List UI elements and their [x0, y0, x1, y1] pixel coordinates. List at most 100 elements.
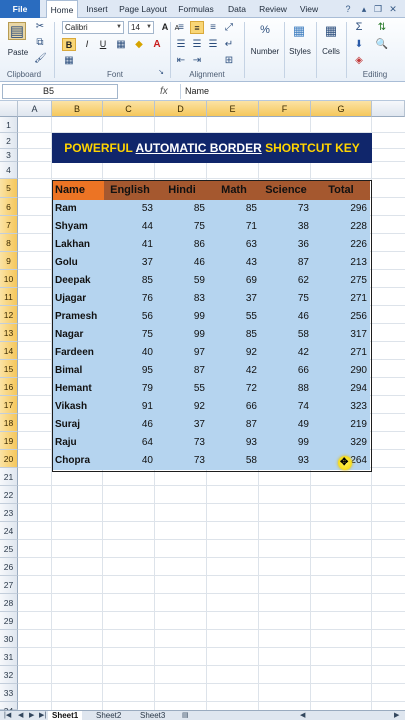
align-top-icon[interactable]: ≡: [174, 21, 188, 34]
row-header-16[interactable]: 16: [0, 378, 18, 396]
percent-icon[interactable]: %: [255, 24, 275, 37]
table-cell-value[interactable]: 213: [312, 254, 370, 272]
sheet-tab-3[interactable]: Sheet3: [136, 711, 169, 720]
increase-indent-icon[interactable]: ⇥: [190, 54, 204, 67]
table-cell-value[interactable]: 64: [104, 434, 156, 452]
font-size-combo[interactable]: 14 ▼: [128, 21, 154, 34]
table-cell-value[interactable]: 74: [260, 398, 312, 416]
number-format-button[interactable]: Number: [248, 47, 282, 56]
column-header-f[interactable]: F: [259, 101, 311, 117]
insert-sheet-icon[interactable]: ▤: [182, 711, 189, 720]
italic-button[interactable]: I: [80, 38, 94, 51]
tab-home[interactable]: Home: [46, 0, 78, 19]
table-header-cell[interactable]: Hindi: [156, 181, 208, 200]
column-header-a[interactable]: A: [18, 101, 52, 117]
row-header-18[interactable]: 18: [0, 414, 18, 432]
select-all-corner[interactable]: [0, 101, 18, 117]
table-cell-value[interactable]: 87: [156, 362, 208, 380]
column-header-g[interactable]: G: [311, 101, 372, 117]
table-header-cell[interactable]: Math: [208, 181, 260, 200]
align-center-icon[interactable]: ☰: [190, 38, 204, 51]
last-sheet-icon[interactable]: ▶|: [39, 711, 46, 720]
table-cell-value[interactable]: 91: [104, 398, 156, 416]
tab-file[interactable]: File: [0, 0, 40, 18]
column-header-c[interactable]: C: [103, 101, 155, 117]
row-header-29[interactable]: 29: [0, 612, 18, 630]
row-header-20[interactable]: 20: [0, 450, 18, 468]
row-header-13[interactable]: 13: [0, 324, 18, 342]
tab-insert[interactable]: Insert: [82, 0, 112, 18]
table-cell-value[interactable]: 53: [104, 200, 156, 218]
fill-icon[interactable]: ⬇: [352, 38, 366, 51]
orientation-icon[interactable]: ⤢: [222, 21, 236, 34]
row-header-2[interactable]: 2: [0, 133, 18, 149]
row-header-30[interactable]: 30: [0, 630, 18, 648]
cut-icon[interactable]: ✂: [34, 20, 46, 33]
table-cell-value[interactable]: 58: [208, 452, 260, 470]
table-cell-value[interactable]: 73: [156, 452, 208, 470]
format-painter-icon[interactable]: 🖌: [34, 52, 47, 65]
table-cell-name[interactable]: Pramesh: [53, 308, 104, 326]
scroll-left-icon[interactable]: ◀: [300, 711, 305, 720]
row-header-22[interactable]: 22: [0, 486, 18, 504]
table-cell-value[interactable]: 79: [104, 380, 156, 398]
table-cell-value[interactable]: 41: [104, 236, 156, 254]
minimize-ribbon-icon[interactable]: ▴: [358, 3, 370, 15]
table-cell-value[interactable]: 58: [260, 326, 312, 344]
table-cell-value[interactable]: 271: [312, 344, 370, 362]
row-header-10[interactable]: 10: [0, 270, 18, 288]
name-box[interactable]: B5: [2, 84, 118, 99]
table-header-cell[interactable]: Total: [312, 181, 370, 200]
row-header-8[interactable]: 8: [0, 234, 18, 252]
table-cell-value[interactable]: 88: [260, 380, 312, 398]
align-bottom-icon[interactable]: ≡: [206, 21, 220, 34]
column-header-b[interactable]: B: [52, 101, 103, 117]
row-header-17[interactable]: 17: [0, 396, 18, 414]
tab-view[interactable]: View: [295, 0, 323, 18]
row-header-19[interactable]: 19: [0, 432, 18, 450]
table-cell-value[interactable]: 92: [156, 398, 208, 416]
table-cell-value[interactable]: 69: [208, 272, 260, 290]
close-icon[interactable]: ✕: [387, 3, 399, 15]
table-cell-value[interactable]: 62: [260, 272, 312, 290]
table-cell-name[interactable]: Shyam: [53, 218, 104, 236]
tab-page-layout[interactable]: Page Layout: [116, 0, 170, 18]
row-header-24[interactable]: 24: [0, 522, 18, 540]
help-icon[interactable]: ?: [342, 3, 354, 15]
table-cell-value[interactable]: 76: [104, 290, 156, 308]
table-cell-value[interactable]: 55: [156, 380, 208, 398]
table-cell-value[interactable]: 87: [208, 416, 260, 434]
table-cell-value[interactable]: 46: [104, 416, 156, 434]
row-header-7[interactable]: 7: [0, 216, 18, 234]
table-cell-value[interactable]: 66: [208, 398, 260, 416]
table-cell-value[interactable]: 93: [260, 452, 312, 470]
table-cell-value[interactable]: 296: [312, 200, 370, 218]
align-right-icon[interactable]: ☰: [206, 38, 220, 51]
fx-button[interactable]: fx: [160, 84, 168, 99]
row-header-12[interactable]: 12: [0, 306, 18, 324]
row-header-15[interactable]: 15: [0, 360, 18, 378]
border-icon[interactable]: ▦: [114, 38, 128, 51]
underline-button[interactable]: U: [96, 38, 110, 51]
table-cell-value[interactable]: 72: [208, 380, 260, 398]
dialog-launcher-icon[interactable]: ↘: [156, 66, 166, 79]
table-cell-name[interactable]: Bimal: [53, 362, 104, 380]
table-cell-value[interactable]: 226: [312, 236, 370, 254]
sheet-tab-2[interactable]: Sheet2: [92, 711, 125, 720]
decrease-indent-icon[interactable]: ⇤: [174, 54, 188, 67]
paste-button[interactable]: Paste: [4, 48, 32, 57]
row-header-9[interactable]: 9: [0, 252, 18, 270]
tab-formulas[interactable]: Formulas: [174, 0, 218, 18]
table-cell-value[interactable]: 36: [260, 236, 312, 254]
table-cell-value[interactable]: 329: [312, 434, 370, 452]
sheet-tab-1[interactable]: Sheet1: [48, 711, 83, 720]
table-cell-value[interactable]: 85: [208, 200, 260, 218]
scroll-right-icon[interactable]: ▶: [394, 711, 399, 720]
row-header-11[interactable]: 11: [0, 288, 18, 306]
font-name-combo[interactable]: Calibri ▼: [62, 21, 124, 34]
row-header-31[interactable]: 31: [0, 648, 18, 666]
table-cell-value[interactable]: 43: [208, 254, 260, 272]
align-left-icon[interactable]: ☰: [174, 38, 188, 51]
table-cell-value[interactable]: 85: [208, 326, 260, 344]
table-cell-name[interactable]: Fardeen: [53, 344, 104, 362]
